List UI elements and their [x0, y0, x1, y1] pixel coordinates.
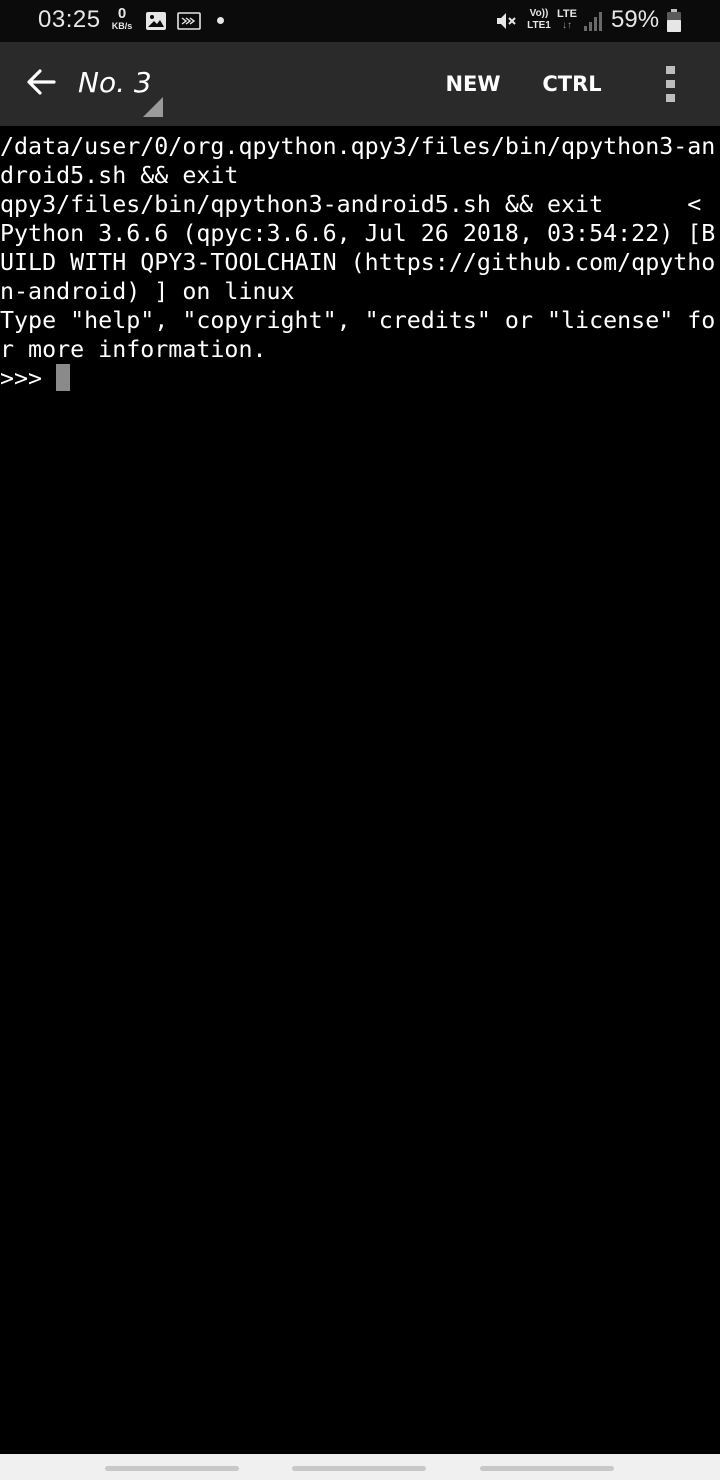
back-arrow-icon[interactable] — [20, 60, 64, 104]
status-time: 03:25 — [38, 6, 101, 33]
terminal-line: Type "help", "copyright", "credits" or "… — [0, 307, 716, 334]
volte-indicator: Vo)) LTE1 — [524, 8, 554, 34]
terminal-line: /data/user/0/org.qpython.qpy3/files/bin/… — [0, 133, 716, 160]
ctrl-key-button[interactable]: CTRL — [536, 64, 608, 104]
screen: 03:25 0 KB/s Vo)) LTE1 LTE ↓↑ 59% No. 3 … — [0, 0, 720, 1480]
overflow-menu-icon[interactable] — [656, 62, 686, 106]
volte-label: Vo)) — [529, 8, 549, 19]
navigation-bar — [0, 1454, 720, 1480]
network-type-indicator: LTE ↓↑ — [555, 8, 579, 34]
notification-dot — [217, 17, 224, 24]
volte-sim-label: LTE1 — [527, 20, 551, 31]
gallery-icon — [146, 12, 166, 30]
status-bar: 03:25 0 KB/s Vo)) LTE1 LTE ↓↑ 59% — [0, 0, 720, 42]
dropdown-triangle-icon — [143, 97, 163, 117]
session-title: No. 3 — [78, 66, 152, 99]
network-speed-value: 0 — [117, 5, 127, 22]
text-cursor — [56, 364, 71, 391]
network-type-label: LTE — [557, 8, 577, 20]
nav-gesture-back[interactable] — [480, 1466, 614, 1471]
terminal-line: qpy3/files/bin/qpython3-android5.sh && e… — [0, 191, 702, 218]
battery-icon — [667, 9, 681, 32]
new-session-button[interactable]: NEW — [438, 64, 508, 104]
terminal-line: r more information. — [0, 336, 267, 363]
mute-icon — [497, 13, 516, 29]
session-selector[interactable]: No. 3 — [74, 56, 170, 118]
network-speed-indicator: 0 KB/s — [108, 6, 136, 36]
terminal-prompt-line[interactable]: >>> — [0, 364, 720, 393]
nav-gesture-recents[interactable] — [105, 1466, 239, 1471]
python-prompt: >>> — [0, 365, 57, 392]
terminal-output[interactable]: /data/user/0/org.qpython.qpy3/files/bin/… — [0, 132, 720, 1452]
screen-cast-icon — [177, 12, 201, 30]
terminal-line: droid5.sh && exit — [0, 162, 239, 189]
network-speed-unit: KB/s — [111, 21, 133, 31]
battery-percentage: 59% — [611, 6, 660, 33]
terminal-line: UILD WITH QPY3-TOOLCHAIN (https://github… — [0, 249, 716, 276]
app-toolbar: No. 3 NEW CTRL — [0, 42, 720, 126]
data-activity-arrows: ↓↑ — [562, 20, 572, 31]
terminal-line: n-android) ] on linux — [0, 278, 295, 305]
nav-gesture-home[interactable] — [292, 1466, 426, 1471]
signal-icon — [584, 12, 602, 31]
terminal-line: Python 3.6.6 (qpyc:3.6.6, Jul 26 2018, 0… — [0, 220, 716, 247]
